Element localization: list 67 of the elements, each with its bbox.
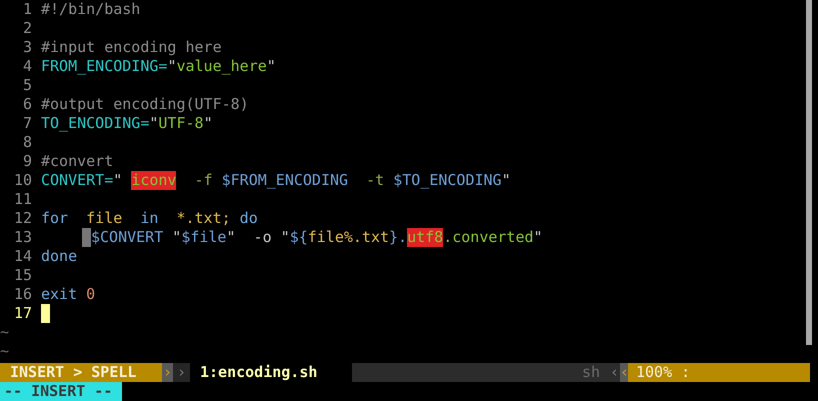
- code-token: #input encoding here: [41, 38, 222, 57]
- code-token: " -o ": [226, 228, 290, 247]
- line-number: 15: [12, 266, 32, 285]
- line-number: 9: [22, 152, 32, 171]
- code-token: $FROM_ENCODING: [222, 171, 348, 190]
- line-number: 4: [22, 57, 32, 76]
- scrollbar[interactable]: [806, 0, 812, 345]
- line-number: 11: [12, 190, 32, 209]
- line-number: 8: [22, 133, 32, 152]
- mode-message: -- INSERT --: [0, 382, 122, 401]
- separator-glyph: ‹: [610, 363, 620, 382]
- code-token: do: [238, 209, 258, 228]
- separator-glyph: ‹: [620, 363, 628, 382]
- code-token: TO_ENCODING=: [41, 114, 150, 133]
- code-token: 0: [85, 285, 96, 304]
- code-token: $file: [181, 228, 226, 247]
- code-token: *.txt;: [175, 209, 231, 228]
- code-token: #output encoding(UTF-8): [41, 95, 249, 114]
- code-token: ": [266, 57, 276, 76]
- code-token: exit: [41, 285, 78, 304]
- code-token: #convert: [41, 152, 114, 171]
- code-token: file%.txt: [308, 228, 390, 247]
- line-number: 17: [12, 304, 32, 323]
- code-token: ": [113, 171, 124, 190]
- code-token: in: [139, 209, 158, 228]
- code-token: ": [534, 228, 543, 247]
- file-name: 1:encoding.sh: [200, 363, 318, 382]
- code-token: file: [85, 209, 122, 228]
- empty-line-tilde: ~: [0, 342, 10, 361]
- code-token: ": [502, 171, 511, 190]
- code-token: ${: [290, 228, 308, 247]
- code-token: .converted: [443, 228, 534, 247]
- code-token: for: [41, 209, 68, 228]
- code-token: -f: [194, 171, 214, 190]
- code-token: $TO_ENCODING: [393, 171, 502, 190]
- code-token: -t: [365, 171, 386, 190]
- mode-indicator: INSERT > SPELL: [0, 363, 162, 382]
- line-number: 5: [22, 76, 32, 95]
- line-number: 6: [22, 95, 32, 114]
- line-number: 13: [12, 228, 32, 247]
- code-token: ": [149, 114, 158, 133]
- line-number: 1: [22, 0, 32, 19]
- line-number: 16: [12, 285, 32, 304]
- code-token: $CONVERT: [91, 228, 164, 247]
- code-token: ": [171, 228, 182, 247]
- line-number: 7: [22, 114, 32, 133]
- separator-glyph: ›: [173, 363, 190, 382]
- separator-glyph: ›: [162, 363, 173, 382]
- code-token: ": [204, 114, 213, 133]
- code-token: }.: [389, 228, 408, 247]
- line-number: 14: [12, 247, 32, 266]
- line-number: 2: [22, 19, 32, 38]
- code-token: done: [41, 247, 78, 266]
- position-indicator: 100% :: [628, 363, 810, 382]
- misspelled-word: iconv: [131, 171, 176, 190]
- code-token: UTF-8: [158, 114, 204, 133]
- file-type: sh: [582, 363, 600, 382]
- code-token: #!/bin/bash: [41, 0, 140, 19]
- empty-line-tilde: ~: [0, 323, 10, 342]
- line-number: 12: [12, 209, 32, 228]
- line-number: 10: [12, 171, 32, 190]
- line-number: 3: [22, 38, 32, 57]
- code-token: value_here: [176, 57, 267, 76]
- code-token: FROM_ENCODING=: [41, 57, 168, 76]
- code-token: CONVERT=: [41, 171, 114, 190]
- code-token: ": [167, 57, 176, 76]
- misspelled-word: utf8: [407, 228, 444, 247]
